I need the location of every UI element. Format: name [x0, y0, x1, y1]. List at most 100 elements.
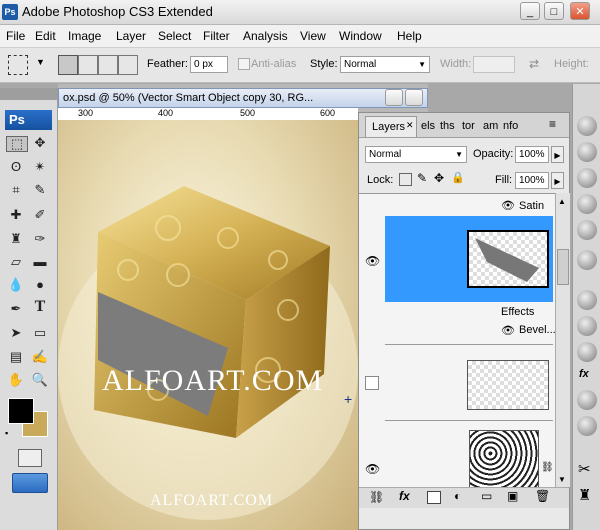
panel-menu-icon[interactable]: ≡ — [549, 117, 556, 131]
marquee-tool-icon[interactable]: ⬚ — [6, 136, 28, 152]
tab-navigator[interactable]: tor — [462, 120, 475, 132]
hand-tool-icon[interactable]: ✋ — [6, 371, 26, 389]
scroll-up-icon[interactable]: ▲ — [558, 197, 566, 206]
menu-analysis[interactable]: Analysis — [243, 29, 288, 43]
crop-tool-icon[interactable]: ⌗ — [6, 181, 26, 199]
menu-file[interactable]: File — [6, 29, 25, 43]
new-layer-icon[interactable]: ▣ — [507, 489, 518, 503]
menu-select[interactable]: Select — [158, 29, 191, 43]
add-selection-icon[interactable] — [78, 55, 98, 75]
type-tool-icon[interactable]: T — [30, 298, 50, 316]
dock-paths-icon[interactable] — [577, 342, 597, 362]
document-canvas[interactable]: + ALFOART.COM ALFOART.COM — [58, 120, 358, 530]
zoom-tool-icon[interactable]: 🔍 — [30, 371, 50, 389]
screen-mode-icon[interactable] — [12, 473, 48, 493]
dock-tools-icon[interactable]: ✂ — [578, 460, 591, 478]
opacity-input[interactable]: 100% — [515, 146, 549, 163]
magic-wand-tool-icon[interactable]: ✴ — [30, 158, 50, 176]
dock-histogram-icon[interactable] — [577, 142, 597, 162]
healing-brush-icon[interactable]: ✚ — [6, 206, 26, 224]
lasso-tool-icon[interactable]: ʘ — [6, 158, 26, 176]
tab-layers[interactable]: Layers ✕ — [365, 116, 417, 137]
feather-input[interactable]: 0 px — [190, 56, 228, 73]
dodge-tool-icon[interactable]: ● — [30, 276, 50, 294]
scroll-down-icon[interactable]: ▼ — [558, 475, 566, 484]
menu-view[interactable]: View — [300, 29, 326, 43]
fx-icon[interactable]: fx — [399, 489, 410, 503]
eye-icon[interactable]: 👁 — [365, 254, 380, 268]
close-button[interactable]: ✕ — [570, 2, 590, 20]
eye-icon[interactable]: 👁 — [365, 462, 380, 476]
clone-stamp-icon[interactable]: ♜ — [6, 230, 26, 248]
layer-thumbnail-pattern[interactable] — [469, 430, 539, 488]
effects-row[interactable]: Effects — [385, 306, 550, 322]
maximize-button[interactable]: □ — [544, 2, 564, 20]
layer-effect-bevel[interactable]: 👁 Bevel... — [385, 324, 556, 340]
menu-filter[interactable]: Filter — [203, 29, 230, 43]
slice-tool-icon[interactable]: ✎ — [30, 181, 50, 199]
document-title-bar[interactable]: ox.psd @ 50% (Vector Smart Object copy 3… — [58, 88, 428, 108]
menu-window[interactable]: Window — [339, 29, 382, 43]
history-brush-icon[interactable]: ✑ — [30, 230, 50, 248]
marquee-tool-preset-icon[interactable] — [8, 55, 28, 75]
scroll-thumb[interactable] — [557, 249, 569, 285]
trash-icon[interactable]: 🗑 — [535, 489, 550, 503]
width-input[interactable] — [473, 56, 515, 73]
tab-channels[interactable]: els — [421, 120, 435, 132]
layer-effect-satin[interactable]: 👁 Satin — [385, 196, 550, 216]
layer-row-selected[interactable] — [385, 216, 553, 302]
blend-mode-select[interactable]: Normal ▼ — [365, 146, 467, 163]
doc-minimize-button[interactable] — [385, 89, 403, 106]
quick-mask-icon[interactable] — [18, 449, 42, 467]
add-mask-icon[interactable] — [427, 491, 441, 504]
chevron-right-icon[interactable]: ▶ — [551, 172, 564, 189]
move-tool-icon[interactable]: ✥ — [30, 134, 50, 152]
dock-layers-icon[interactable] — [577, 290, 597, 310]
new-selection-icon[interactable] — [58, 55, 78, 75]
brush-tool-icon[interactable]: ✐ — [30, 206, 50, 224]
menu-image[interactable]: Image — [68, 29, 101, 43]
antialias-checkbox[interactable] — [238, 58, 250, 70]
chevron-right-icon[interactable]: ▶ — [551, 146, 564, 163]
eyedropper-tool-icon[interactable]: ✍ — [30, 348, 50, 366]
tools-panel-header[interactable] — [0, 88, 57, 100]
tab-histogram[interactable]: am — [483, 120, 498, 132]
tab-paths[interactable]: ths — [440, 120, 455, 132]
close-icon[interactable]: ✕ — [406, 120, 414, 131]
subtract-selection-icon[interactable] — [98, 55, 118, 75]
eye-icon[interactable]: 👁 — [501, 199, 515, 212]
dock-info-icon[interactable] — [577, 250, 597, 270]
dock-fx-icon[interactable]: fx — [579, 368, 589, 380]
layers-scrollbar[interactable]: ▲ ▼ — [555, 193, 570, 487]
swap-icon[interactable]: ⇄ — [529, 57, 539, 71]
path-selection-icon[interactable]: ➤ — [6, 324, 26, 342]
minimize-button[interactable]: _ — [520, 2, 540, 20]
eye-icon[interactable]: 👁 — [501, 324, 515, 337]
eraser-tool-icon[interactable]: ▱ — [6, 253, 26, 271]
layer-thumbnail-empty[interactable] — [467, 360, 549, 410]
chevron-down-icon[interactable]: ▼ — [36, 57, 45, 67]
lock-transparency-icon[interactable] — [399, 173, 412, 186]
pen-tool-icon[interactable]: ✒ — [6, 300, 26, 318]
menu-edit[interactable]: Edit — [35, 29, 56, 43]
shape-tool-icon[interactable]: ▭ — [30, 324, 50, 342]
menu-layer[interactable]: Layer — [116, 29, 146, 43]
new-group-icon[interactable]: ▭ — [481, 489, 492, 503]
lock-position-icon[interactable]: ✥ — [434, 171, 444, 185]
dock-color-icon[interactable] — [577, 168, 597, 188]
dock-channels-icon[interactable] — [577, 316, 597, 336]
link-layers-icon[interactable]: ⛓ — [369, 490, 384, 504]
dock-history-icon[interactable] — [577, 416, 597, 436]
blur-tool-icon[interactable]: 💧 — [6, 276, 26, 294]
notes-tool-icon[interactable]: ▤ — [6, 348, 26, 366]
doc-maximize-button[interactable] — [405, 89, 423, 106]
gradient-tool-icon[interactable]: ▬ — [30, 253, 50, 271]
default-colors-icon[interactable]: ▪ — [5, 428, 8, 438]
dock-navigator-icon[interactable] — [577, 116, 597, 136]
lock-pixels-icon[interactable]: ✎ — [417, 171, 427, 185]
dock-actions-icon[interactable] — [577, 390, 597, 410]
adjustment-layer-icon[interactable]: ◐ — [454, 489, 461, 503]
intersect-selection-icon[interactable] — [118, 55, 138, 75]
menu-help[interactable]: Help — [397, 29, 422, 43]
dock-swatches-icon[interactable] — [577, 194, 597, 214]
